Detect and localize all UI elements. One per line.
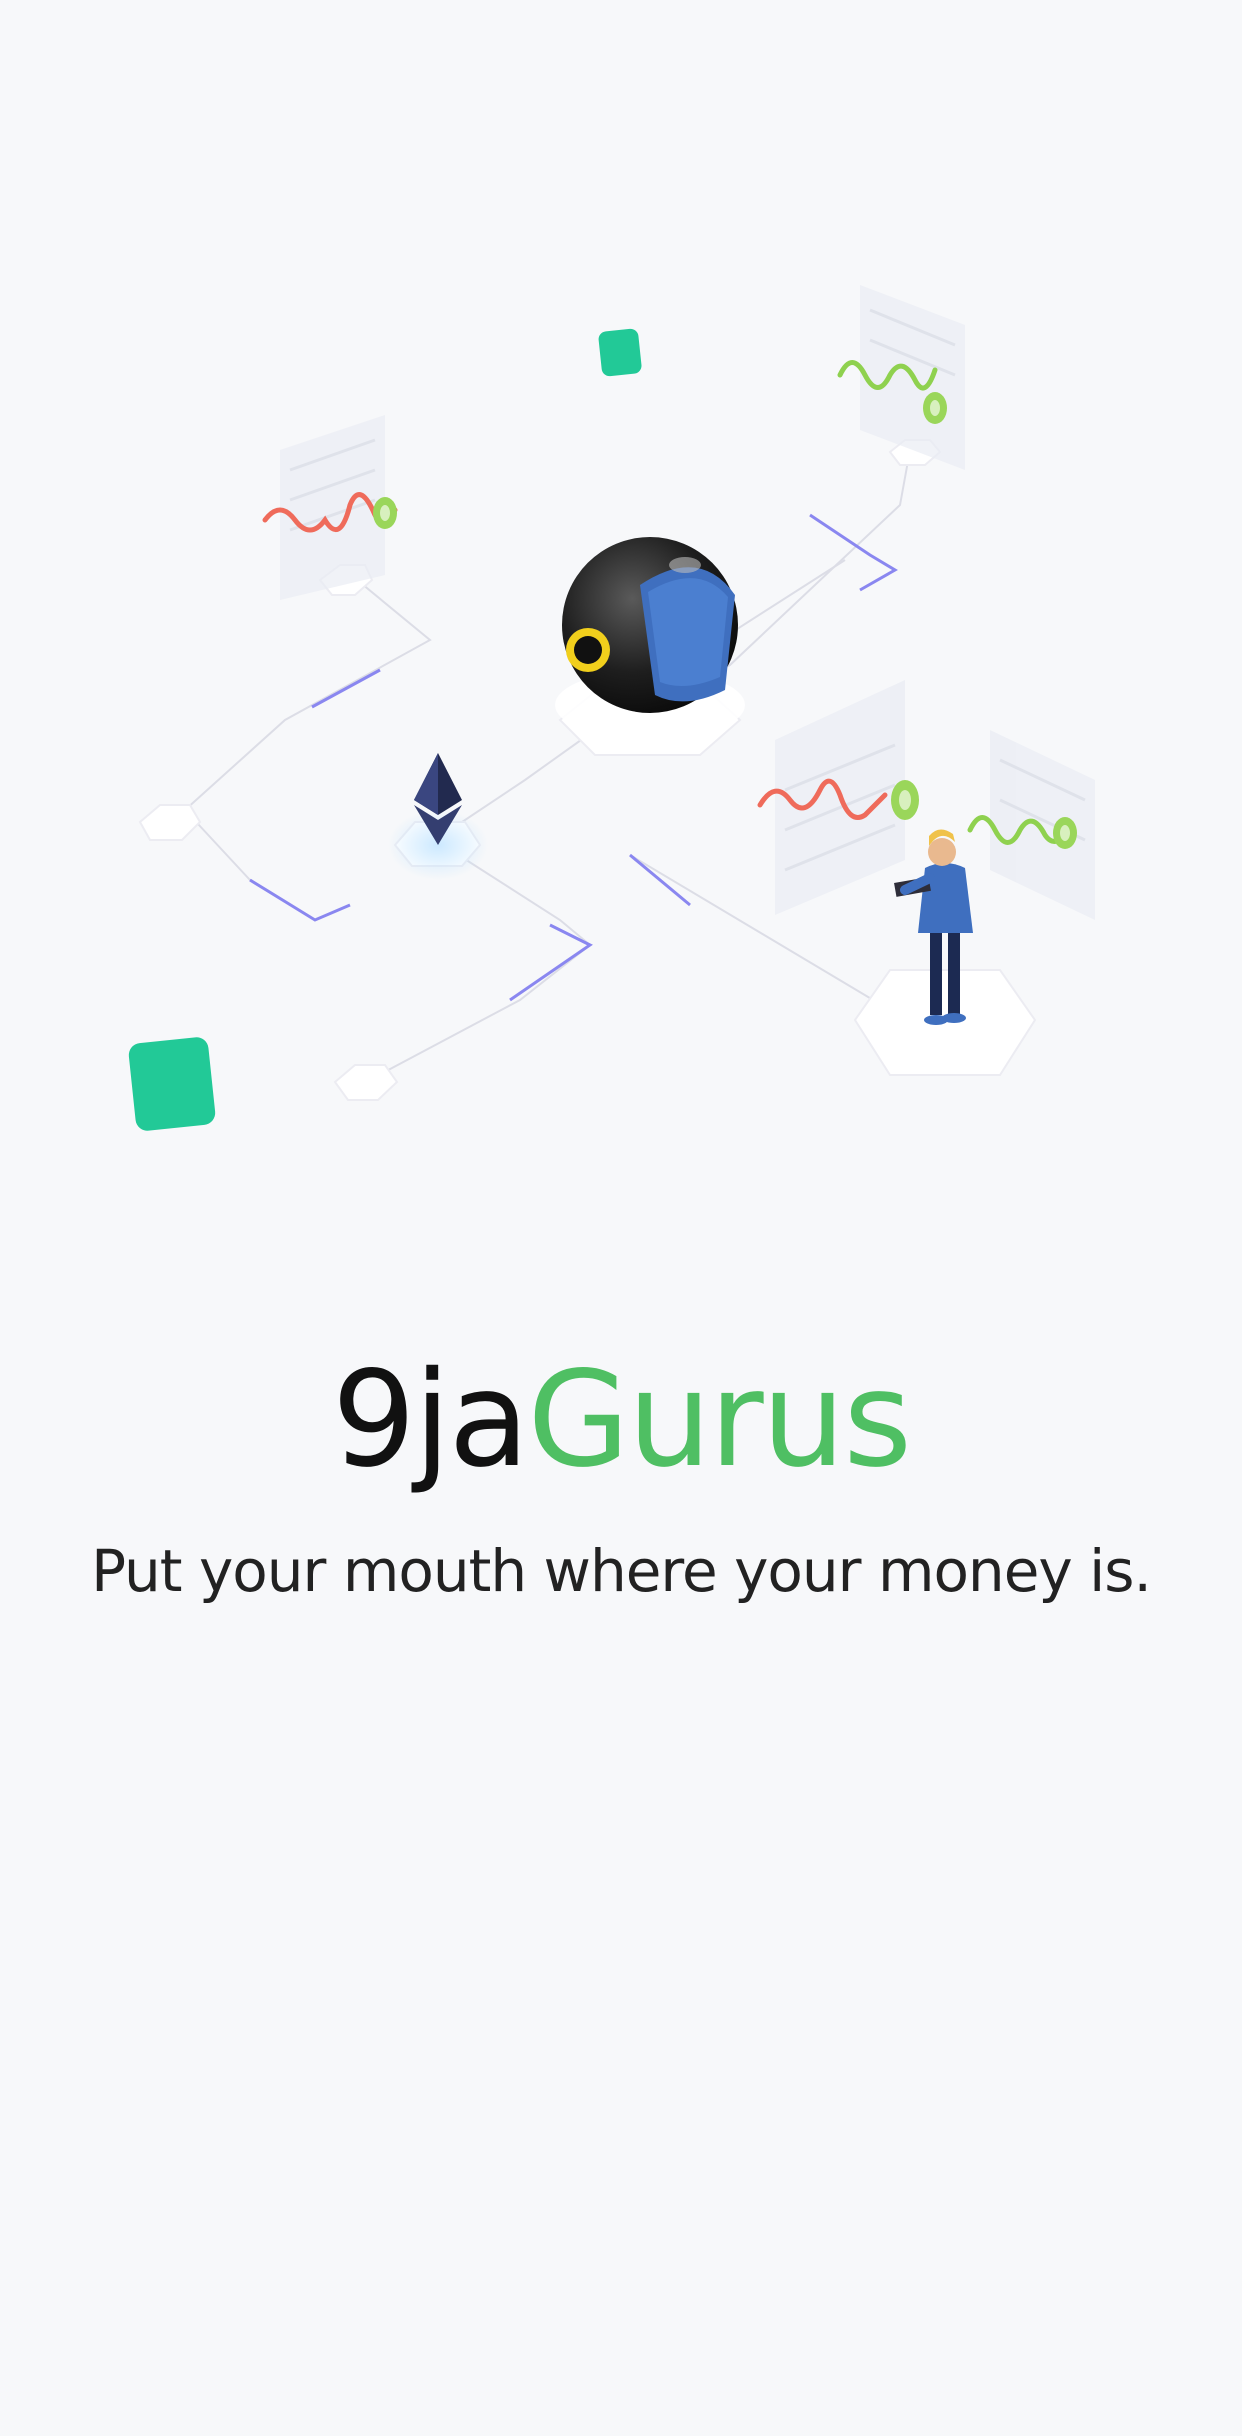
tagline: Put your mouth where your money is.: [91, 1537, 1152, 1605]
teal-block-large: [128, 1037, 216, 1131]
brand-name-part2: Gurus: [527, 1343, 912, 1497]
teal-block-small: [598, 328, 642, 377]
crypto-orb-icon: [555, 537, 745, 740]
app-logo-text: 9jaGurus: [0, 1345, 1242, 1495]
brand-name-part1: 9ja: [331, 1343, 530, 1497]
splash-screen: 9jaGurus Put your mouth where your money…: [0, 0, 1242, 2436]
ethereum-icon: [388, 753, 488, 880]
hero-illustration: [128, 285, 1095, 1131]
